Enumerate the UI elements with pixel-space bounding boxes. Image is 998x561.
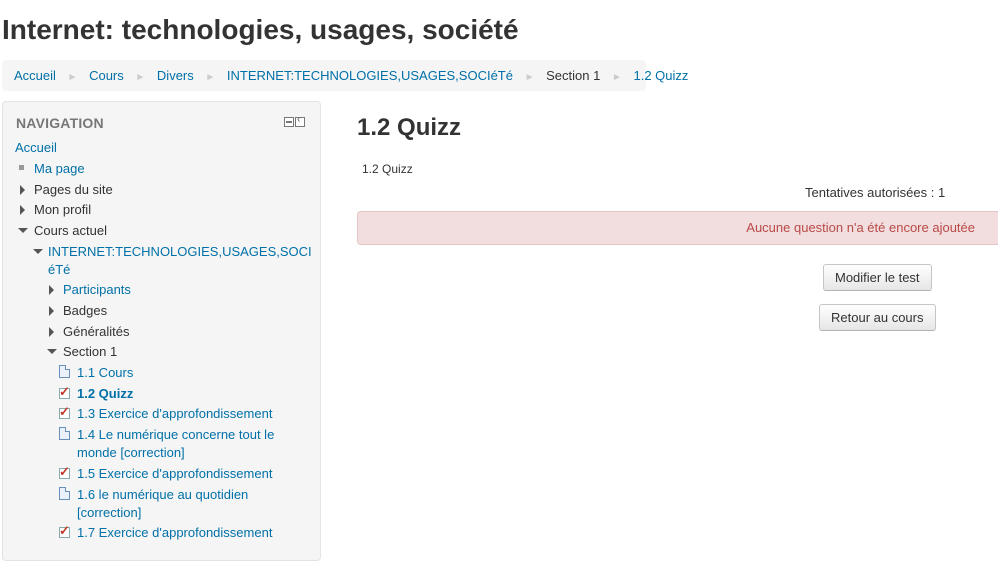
- activity-item: 1.4 Le numérique concerne tout le: [59, 426, 274, 444]
- breadcrumb-quiz[interactable]: 1.2 Quizz: [634, 68, 689, 83]
- quiz-icon: [59, 383, 70, 401]
- activity-item-active: 1.2 Quizz: [59, 383, 133, 403]
- activity-link[interactable]: 1.5 Exercice d'approfondissement: [77, 466, 272, 481]
- breadcrumb-category[interactable]: Divers: [157, 68, 194, 83]
- activity-link[interactable]: 1.1 Cours: [77, 365, 133, 380]
- breadcrumb-separator-icon: ►: [524, 72, 535, 83]
- nav-my-profile-label: Mon profil: [34, 202, 92, 217]
- breadcrumb-separator-icon: ►: [611, 72, 622, 83]
- nav-item-course: INTERNET:TECHNOLOGIES,USAGES,SOCI: [33, 243, 312, 261]
- nav-course-link-cont[interactable]: éTé: [48, 262, 70, 277]
- nav-item-site-pages[interactable]: Pages du site: [19, 181, 113, 199]
- breadcrumb-separator-icon: ►: [67, 72, 78, 83]
- no-questions-alert: Aucune question n'a été encore ajoutée: [357, 211, 998, 245]
- block-controls: [284, 114, 305, 127]
- nav-site-pages-label: Pages du site: [34, 182, 113, 197]
- nav-home-link[interactable]: Accueil: [15, 140, 57, 155]
- activity-item: 1.6 le numérique au quotidien: [59, 486, 248, 504]
- nav-my-page-link[interactable]: Ma page: [34, 161, 85, 176]
- nav-item-section1[interactable]: Section 1: [47, 343, 118, 361]
- attempts-allowed: Tentatives autorisées : 1: [805, 185, 946, 200]
- activity-link-cont[interactable]: monde [correction]: [77, 445, 185, 460]
- expand-arrow-icon: [20, 205, 25, 215]
- activity-item-cont: monde [correction]: [77, 444, 185, 462]
- minimize-block-icon[interactable]: [284, 117, 294, 127]
- quiz-icon: [59, 463, 70, 481]
- collapse-arrow-icon: [18, 228, 28, 233]
- quiz-icon: [59, 522, 70, 540]
- activity-item-cont: [correction]: [77, 504, 141, 522]
- activity-link[interactable]: 1.6 le numérique au quotidien: [77, 487, 248, 502]
- nav-generalites-label: Généralités: [63, 324, 130, 339]
- nav-item-generalites[interactable]: Généralités: [48, 323, 129, 341]
- nav-item-course-cont: éTé: [48, 261, 70, 279]
- navigation-header: NAVIGATION: [16, 115, 104, 131]
- breadcrumb-section: Section 1: [546, 68, 601, 83]
- nav-item-my-profile[interactable]: Mon profil: [19, 201, 91, 219]
- page-icon: [59, 487, 70, 500]
- back-to-course-button[interactable]: Retour au cours: [819, 304, 936, 331]
- quiz-intro: 1.2 Quizz: [362, 162, 413, 176]
- activity-link[interactable]: 1.7 Exercice d'approfondissement: [77, 525, 272, 540]
- nav-item-participants: Participants: [48, 281, 131, 299]
- page-title: Internet: technologies, usages, société: [2, 14, 519, 45]
- nav-section1-label: Section 1: [63, 344, 118, 359]
- breadcrumb-courses[interactable]: Cours: [89, 68, 124, 83]
- collapse-arrow-icon: [33, 249, 43, 254]
- activity-item: 1.1 Cours: [59, 364, 133, 382]
- collapse-arrow-icon: [47, 349, 57, 354]
- nav-item-my-page: Ma page: [19, 160, 85, 178]
- page-icon: [59, 365, 70, 378]
- edit-quiz-button[interactable]: Modifier le test: [823, 264, 932, 291]
- activity-item: 1.3 Exercice d'approfondissement: [59, 403, 272, 423]
- breadcrumb-home[interactable]: Accueil: [14, 68, 56, 83]
- expand-arrow-icon: [49, 306, 54, 316]
- nav-item-current-course[interactable]: Cours actuel: [18, 222, 107, 240]
- activity-link-active[interactable]: 1.2 Quizz: [77, 386, 133, 401]
- expand-arrow-icon: [49, 327, 54, 337]
- breadcrumb-course[interactable]: INTERNET:TECHNOLOGIES,USAGES,SOCIéTé: [227, 68, 513, 83]
- bullet-icon: [19, 165, 24, 170]
- dock-block-icon[interactable]: [295, 114, 305, 127]
- nav-badges-label: Badges: [63, 303, 108, 318]
- activity-item: 1.7 Exercice d'approfondissement: [59, 522, 272, 542]
- breadcrumb-separator-icon: ►: [135, 72, 146, 83]
- breadcrumb-separator-icon: ►: [205, 72, 216, 83]
- activity-link[interactable]: 1.3 Exercice d'approfondissement: [77, 406, 272, 421]
- expand-arrow-icon: [20, 185, 25, 195]
- activity-link-cont[interactable]: [correction]: [77, 505, 141, 520]
- expand-arrow-icon: [49, 285, 54, 295]
- breadcrumb: Accueil ► Cours ► Divers ► INTERNET:TECH…: [2, 60, 688, 91]
- quiz-icon: [59, 403, 70, 421]
- nav-item-home: Accueil: [15, 139, 57, 157]
- nav-current-course-label: Cours actuel: [34, 223, 107, 238]
- page-icon: [59, 427, 70, 440]
- activity-item: 1.5 Exercice d'approfondissement: [59, 463, 272, 483]
- navigation-block: NAVIGATION Accueil Ma page Pages du site…: [2, 101, 321, 561]
- quiz-heading: 1.2 Quizz: [357, 114, 462, 141]
- activity-link[interactable]: 1.4 Le numérique concerne tout le: [77, 427, 274, 442]
- nav-item-badges[interactable]: Badges: [48, 302, 107, 320]
- nav-participants-link[interactable]: Participants: [63, 282, 131, 297]
- nav-course-link[interactable]: INTERNET:TECHNOLOGIES,USAGES,SOCI: [48, 244, 312, 259]
